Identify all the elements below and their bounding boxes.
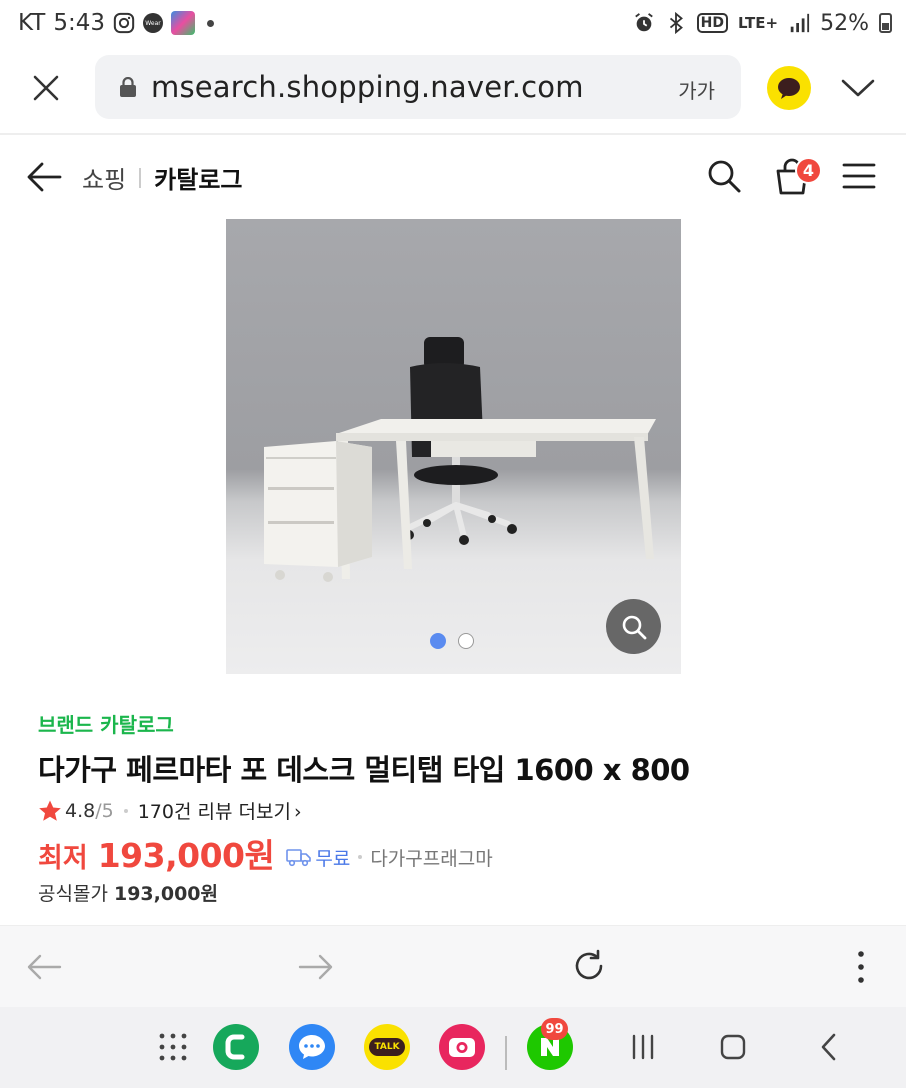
shipping-separator (358, 855, 363, 859)
rating-separator (123, 808, 128, 813)
lock-icon (120, 77, 136, 97)
official-price-row: 공식몰가 193,000원 (38, 879, 218, 906)
status-bar: KT 5:43 Wear HD LTE+ 52% (0, 0, 906, 46)
kakaotalk-share-button[interactable] (767, 66, 811, 110)
breadcrumb-catalog: 카탈로그 (154, 166, 243, 194)
seller-name[interactable]: 다가구프래그마 (370, 844, 492, 871)
brand-catalog-label[interactable]: 브랜드 카탈로그 (38, 709, 174, 738)
instagram-icon (113, 12, 135, 34)
text-size-button[interactable]: 가가 (678, 75, 715, 104)
url-text: msearch.shopping.naver.com (151, 70, 584, 104)
network-type: LTE+ (737, 14, 779, 32)
chevron-left-icon (821, 1033, 836, 1061)
browser-bottom-nav (0, 925, 906, 1007)
page-header: 쇼핑 카탈로그 (0, 140, 906, 214)
back-arrow-button[interactable] (26, 160, 62, 194)
home-button[interactable] (710, 1024, 756, 1070)
app-drawer-button[interactable] (150, 1024, 196, 1070)
game-app-icon (171, 11, 196, 35)
alarm-icon (634, 13, 653, 32)
truck-icon (286, 849, 312, 867)
lowest-price: 193,000원 (97, 836, 275, 875)
review-more-label: 170건 리뷰 더보기 (137, 801, 291, 823)
close-tab-button[interactable] (28, 70, 64, 106)
phone-icon (225, 1034, 245, 1060)
chat-bubble-icon (778, 78, 800, 99)
naver-notification-badge: 99 (541, 1018, 568, 1040)
zoom-button[interactable] (606, 599, 661, 654)
bluetooth-icon (669, 12, 683, 34)
signal-icon (790, 13, 810, 33)
shipping-info: 무료 다가구프래그마 (286, 844, 493, 871)
camera-app-button[interactable] (439, 1024, 485, 1070)
browser-forward-icon[interactable] (298, 952, 334, 982)
rating-value: 4.8 (65, 799, 96, 822)
breadcrumb-shopping[interactable]: 쇼핑 (82, 160, 126, 195)
gallery-dot-2[interactable] (458, 633, 474, 649)
divider (0, 133, 906, 135)
android-dock: TALK (0, 1007, 906, 1088)
desk-photo (264, 337, 656, 582)
more-notifications-dot (207, 19, 215, 27)
breadcrumb-separator (139, 167, 142, 188)
messages-app-button[interactable] (289, 1024, 335, 1070)
lowest-price-label: 최저 (38, 843, 88, 874)
cart-count-badge: 4 (795, 157, 822, 184)
price-row: 최저 193,000원 무료 다가구프래그마 (38, 829, 493, 877)
chevron-down-icon[interactable] (840, 74, 876, 102)
hd-voice-icon: HD (696, 13, 728, 33)
clock: 5:43 (53, 10, 106, 36)
official-price-label: 공식몰가 (38, 883, 108, 905)
dock-separator (505, 1036, 507, 1070)
product-title: 다가구 페르마타 포 데스크 멀티탭 타입 1600 x 800 (38, 753, 690, 787)
search-icon[interactable] (706, 158, 742, 194)
wear-icon: Wear (143, 13, 164, 33)
star-icon (39, 800, 61, 821)
talk-bubble-icon: TALK (369, 1038, 405, 1056)
recent-apps-icon (632, 1034, 654, 1060)
official-price: 193,000원 (113, 883, 218, 905)
product-image[interactable] (226, 219, 681, 674)
wear-icon-label: Wear (145, 19, 161, 27)
rating-row: 4.8 /5 170건 리뷰 더보기 › (38, 797, 302, 824)
phone-app-button[interactable] (213, 1024, 259, 1070)
home-icon (720, 1034, 746, 1060)
more-options-icon[interactable] (848, 948, 874, 986)
recent-apps-button[interactable] (620, 1024, 666, 1070)
chevron-right-icon: › (293, 801, 302, 823)
battery-icon (879, 13, 892, 33)
rating-max: /5 (95, 799, 114, 822)
grid-icon (159, 1033, 187, 1061)
kakaotalk-app-button[interactable]: TALK (364, 1024, 410, 1070)
message-bubble-icon (299, 1035, 325, 1059)
breadcrumb: 쇼핑 카탈로그 (82, 160, 243, 195)
browser-back-icon[interactable] (26, 952, 62, 982)
camera-icon (449, 1038, 475, 1057)
gallery-indicator (430, 633, 474, 649)
system-back-button[interactable] (806, 1024, 852, 1070)
free-shipping-label: 무료 (315, 847, 351, 870)
browser-toolbar: msearch.shopping.naver.com 가가 (0, 52, 906, 124)
magnifier-icon (622, 615, 646, 639)
reload-icon[interactable] (570, 947, 608, 985)
hamburger-menu-icon[interactable] (842, 162, 876, 190)
carrier-label: KT (18, 10, 46, 36)
review-more-link[interactable]: 170건 리뷰 더보기 › (138, 797, 302, 824)
gallery-dot-1[interactable] (430, 633, 446, 649)
address-bar[interactable]: msearch.shopping.naver.com 가가 (95, 55, 741, 119)
battery-percent: 52% (820, 10, 869, 36)
